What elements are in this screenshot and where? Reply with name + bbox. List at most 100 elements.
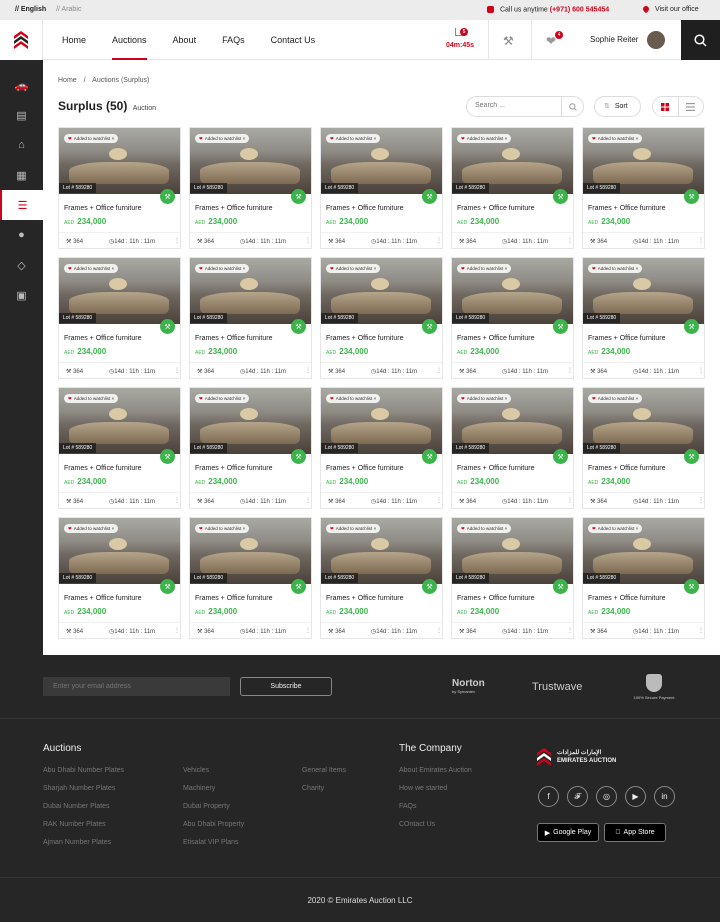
auction-card[interactable]: ❤ Added to watchlist × Lot # 589280 ⚒ Fra… [189, 127, 312, 249]
bid-gavel-button[interactable]: ⚒ [291, 189, 306, 204]
watchlist-tag[interactable]: ❤ Added to watchlist × [64, 264, 119, 273]
auction-card[interactable]: ❤ Added to watchlist × Lot # 589280 ⚒ Fra… [582, 127, 705, 249]
watchlist-tag[interactable]: ❤ Added to watchlist × [195, 524, 250, 533]
footer-link[interactable]: Machinery [183, 785, 215, 792]
bid-gavel-button[interactable]: ⚒ [160, 449, 175, 464]
bid-gavel-button[interactable]: ⚒ [291, 319, 306, 334]
bid-gavel-button[interactable]: ⚒ [684, 579, 699, 594]
auction-card[interactable]: ❤ Added to watchlist × Lot # 589280 ⚒ Fra… [189, 517, 312, 639]
bid-gavel-button[interactable]: ⚒ [160, 319, 175, 334]
sidebar-item-surplus[interactable]: ☰ [0, 190, 43, 220]
watchlist-tag[interactable]: ❤ Added to watchlist × [457, 394, 512, 403]
footer-link[interactable]: Etisalat VIP Plans [183, 839, 239, 846]
breadcrumb-home[interactable]: Home [58, 77, 77, 84]
footer-link[interactable]: About Emirates Auction [399, 767, 472, 774]
footer-link[interactable]: Ajman Number Plates [43, 839, 111, 846]
sidebar-item-jewellery[interactable]: ◇ [0, 250, 43, 280]
bid-gavel-button[interactable]: ⚒ [422, 189, 437, 204]
gavel-icon[interactable]: ⚒ [503, 34, 514, 48]
lot-name[interactable]: Frames + Office furniture [195, 335, 272, 342]
lot-name[interactable]: Frames + Office furniture [326, 335, 403, 342]
footer-link[interactable]: COntact Us [399, 821, 435, 828]
more-options-icon[interactable]: ⋮ [436, 237, 442, 244]
watchlist-tag[interactable]: ❤ Added to watchlist × [588, 134, 643, 143]
watchlist-tag[interactable]: ❤ Added to watchlist × [326, 134, 381, 143]
sidebar-item-vehicles[interactable]: 🚗 [0, 70, 43, 100]
bid-gavel-button[interactable]: ⚒ [422, 579, 437, 594]
sidebar-item-transport[interactable]: ▣ [0, 280, 43, 310]
watchlist-tag[interactable]: ❤ Added to watchlist × [588, 394, 643, 403]
nav-contact[interactable]: Contact Us [271, 20, 316, 60]
footer-link[interactable]: Charity [302, 785, 324, 792]
logo[interactable] [0, 20, 43, 60]
auction-card[interactable]: ❤ Added to watchlist × Lot # 589280 ⚒ Fra… [582, 257, 705, 379]
more-options-icon[interactable]: ⋮ [567, 367, 573, 374]
google-play-button[interactable]: ▶ Google Play [537, 823, 599, 842]
bid-gavel-button[interactable]: ⚒ [684, 319, 699, 334]
nav-auctions[interactable]: Auctions [112, 20, 147, 60]
user-name[interactable]: Sophie Reiter [590, 35, 638, 44]
auction-card[interactable]: ❤ Added to watchlist × Lot # 589280 ⚒ Fra… [320, 387, 443, 509]
newsletter-email-input[interactable] [43, 677, 230, 696]
auction-card[interactable]: ❤ Added to watchlist × Lot # 589280 ⚒ Fra… [451, 387, 574, 509]
avatar[interactable] [647, 31, 665, 49]
auction-card[interactable]: ❤ Added to watchlist × Lot # 589280 ⚒ Fra… [582, 517, 705, 639]
call-us[interactable]: Call us anytime (+971) 600 545454 [487, 6, 609, 13]
bid-gavel-button[interactable]: ⚒ [422, 449, 437, 464]
more-options-icon[interactable]: ⋮ [698, 627, 704, 634]
visit-office-link[interactable]: Visit our office [641, 4, 699, 14]
more-options-icon[interactable]: ⋮ [436, 367, 442, 374]
more-options-icon[interactable]: ⋮ [698, 497, 704, 504]
more-options-icon[interactable]: ⋮ [305, 367, 311, 374]
watchlist-heart-icon[interactable]: ❤ 4 [546, 31, 563, 48]
footer-link[interactable]: Abu Dhabi Number Plates [43, 767, 124, 774]
footer-link[interactable]: Dubai Property [183, 803, 230, 810]
watchlist-tag[interactable]: ❤ Added to watchlist × [457, 264, 512, 273]
auction-card[interactable]: ❤ Added to watchlist × Lot # 589280 ⚒ Fra… [320, 517, 443, 639]
more-options-icon[interactable]: ⋮ [567, 237, 573, 244]
twitter-icon[interactable]: 𝓕 [567, 786, 588, 807]
subscribe-button[interactable]: Subscribe [240, 677, 332, 696]
watchlist-tag[interactable]: ❤ Added to watchlist × [588, 524, 643, 533]
bid-gavel-button[interactable]: ⚒ [684, 449, 699, 464]
header-search-button[interactable] [681, 20, 720, 60]
footer-link[interactable]: RAK Number Plates [43, 821, 106, 828]
bid-gavel-button[interactable]: ⚒ [553, 579, 568, 594]
watchlist-tag[interactable]: ❤ Added to watchlist × [195, 134, 250, 143]
more-options-icon[interactable]: ⋮ [174, 627, 180, 634]
nav-faqs[interactable]: FAQs [222, 20, 245, 60]
search-input[interactable] [475, 102, 555, 109]
watchlist-tag[interactable]: ❤ Added to watchlist × [326, 264, 381, 273]
bid-gavel-button[interactable]: ⚒ [684, 189, 699, 204]
more-options-icon[interactable]: ⋮ [305, 237, 311, 244]
sidebar-item-property[interactable]: ⌂ [0, 130, 43, 160]
lot-name[interactable]: Frames + Office furniture [64, 335, 141, 342]
watchlist-tag[interactable]: ❤ Added to watchlist × [64, 524, 119, 533]
auction-card[interactable]: ❤ Added to watchlist × Lot # 589280 ⚒ Fra… [451, 517, 574, 639]
footer-logo[interactable]: الإمارات للمزادات EMIRATES AUCTION [537, 748, 616, 766]
auction-card[interactable]: ❤ Added to watchlist × Lot # 589280 ⚒ Fra… [582, 387, 705, 509]
lot-name[interactable]: Frames + Office furniture [588, 205, 665, 212]
lot-name[interactable]: Frames + Office furniture [588, 335, 665, 342]
watchlist-tag[interactable]: ❤ Added to watchlist × [195, 264, 250, 273]
auction-card[interactable]: ❤ Added to watchlist × Lot # 589280 ⚒ Fra… [320, 127, 443, 249]
watchlist-tag[interactable]: ❤ Added to watchlist × [195, 394, 250, 403]
search-submit-button[interactable] [561, 97, 583, 116]
bid-gavel-button[interactable]: ⚒ [422, 319, 437, 334]
auction-card[interactable]: ❤ Added to watchlist × Lot # 589280 ⚒ Fra… [451, 127, 574, 249]
youtube-icon[interactable]: ▶ [625, 786, 646, 807]
sidebar-item-art[interactable]: ● [0, 220, 43, 250]
footer-link[interactable]: Vehicles [183, 767, 209, 774]
auction-card[interactable]: ❤ Added to watchlist × Lot # 589280 ⚒ Fra… [320, 257, 443, 379]
lot-name[interactable]: Frames + Office furniture [195, 465, 272, 472]
nav-about[interactable]: About [173, 20, 197, 60]
lang-arabic[interactable]: // Arabic [56, 6, 81, 13]
lot-name[interactable]: Frames + Office furniture [457, 335, 534, 342]
lot-name[interactable]: Frames + Office furniture [326, 595, 403, 602]
instagram-icon[interactable]: ◎ [596, 786, 617, 807]
lot-name[interactable]: Frames + Office furniture [195, 595, 272, 602]
grid-view-button[interactable] [653, 97, 678, 116]
bid-gavel-button[interactable]: ⚒ [291, 449, 306, 464]
watchlist-tag[interactable]: ❤ Added to watchlist × [326, 394, 381, 403]
bid-gavel-button[interactable]: ⚒ [160, 189, 175, 204]
